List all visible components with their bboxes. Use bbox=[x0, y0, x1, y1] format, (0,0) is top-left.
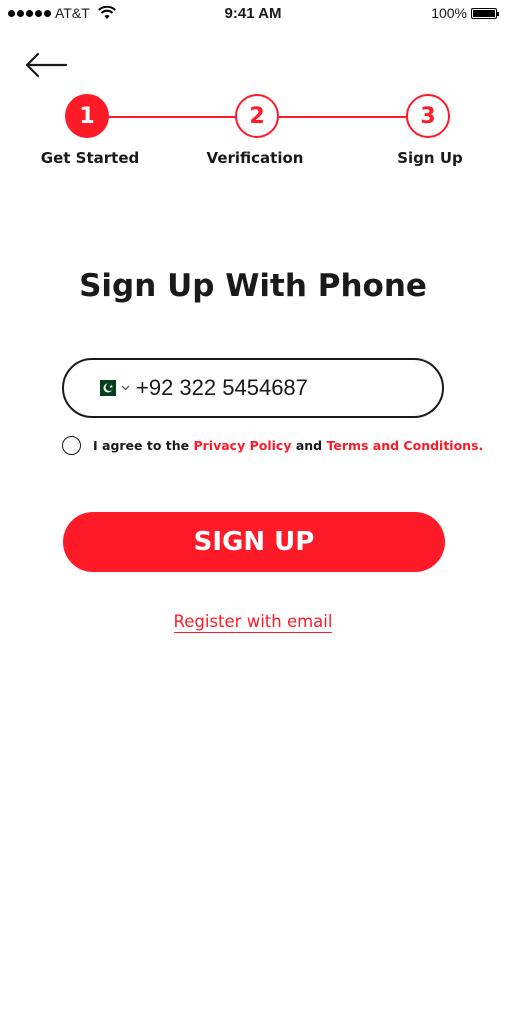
agreement-prefix: I agree to the bbox=[93, 438, 194, 453]
step-2-label: Verification bbox=[206, 149, 304, 167]
step-3-circle: 3 bbox=[406, 94, 450, 138]
progress-stepper: 1 2 3 Get Started Verification Sign Up bbox=[0, 94, 506, 175]
page-title: Sign Up With Phone bbox=[79, 268, 427, 304]
status-time: 9:41 AM bbox=[224, 5, 282, 22]
country-code-select[interactable] bbox=[94, 380, 130, 396]
agreement-text: I agree to the Privacy Policy and Terms … bbox=[93, 438, 483, 453]
register-email-link[interactable]: Register with email bbox=[173, 612, 333, 633]
back-button[interactable] bbox=[22, 46, 70, 82]
status-bar: AT&T 9:41 AM 100% bbox=[0, 0, 506, 28]
terms-link[interactable]: Terms and Conditions. bbox=[326, 438, 483, 453]
battery-percent: 100% bbox=[431, 5, 467, 21]
step-2-number: 2 bbox=[249, 103, 265, 129]
phone-field[interactable] bbox=[62, 358, 444, 418]
battery-icon bbox=[471, 7, 499, 19]
privacy-policy-link[interactable]: Privacy Policy bbox=[193, 438, 291, 453]
agree-checkbox[interactable] bbox=[62, 436, 81, 455]
signup-button[interactable]: SIGN UP bbox=[63, 512, 445, 572]
step-3-label: Sign Up bbox=[397, 149, 463, 167]
phone-input[interactable] bbox=[136, 375, 376, 401]
step-3-number: 3 bbox=[420, 103, 436, 129]
step-2-circle: 2 bbox=[235, 94, 279, 138]
register-email-container: Register with email bbox=[0, 612, 506, 633]
chevron-down-icon bbox=[121, 385, 130, 391]
status-right: 100% bbox=[431, 5, 499, 21]
pakistan-flag-icon bbox=[94, 380, 116, 396]
step-1-circle: 1 bbox=[65, 94, 109, 138]
step-1-number: 1 bbox=[79, 103, 95, 129]
agreement-middle: and bbox=[291, 438, 327, 453]
arrow-left-icon bbox=[25, 52, 68, 78]
step-connector-1 bbox=[108, 116, 236, 118]
step-connector-2 bbox=[279, 116, 407, 118]
step-1-label: Get Started bbox=[40, 149, 140, 167]
agreement-row: I agree to the Privacy Policy and Terms … bbox=[62, 436, 483, 455]
